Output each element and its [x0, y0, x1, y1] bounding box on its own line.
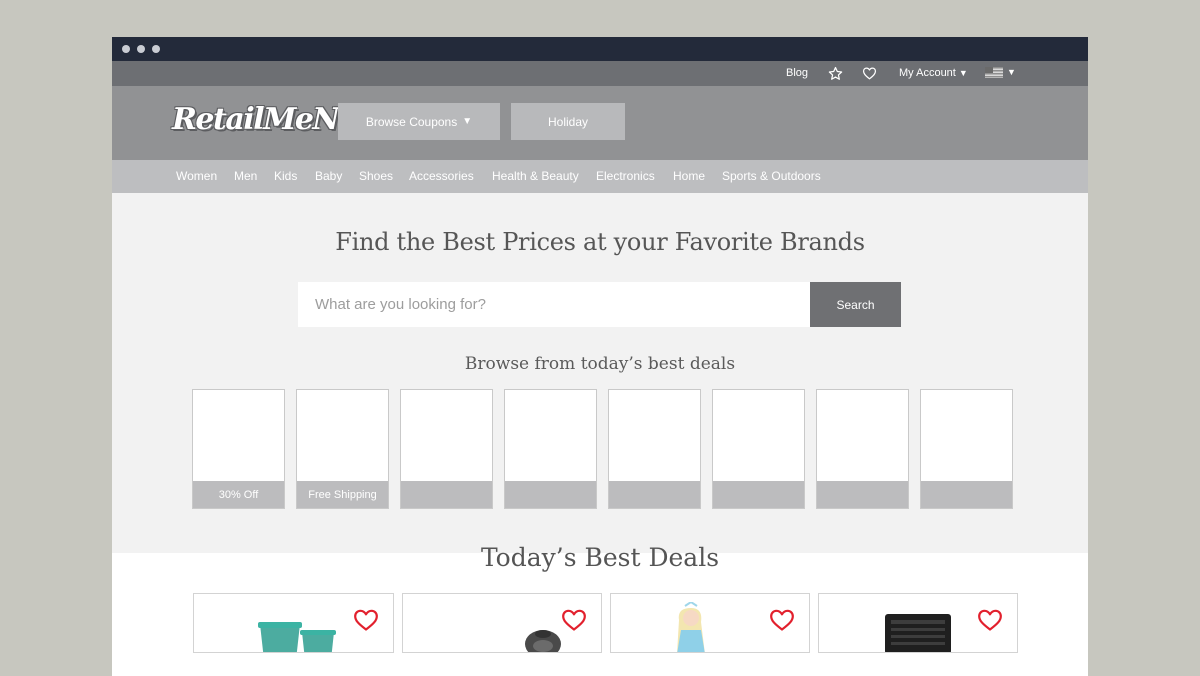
deal-card[interactable] [610, 593, 810, 653]
us-flag-icon[interactable] [985, 67, 1003, 78]
deal-tile-label: 30% Off [193, 481, 284, 508]
category-electronics[interactable]: Electronics [596, 169, 655, 183]
todays-best-deals-title: Today’s Best Deals [480, 543, 720, 572]
deal-tile[interactable]: 30% Off [192, 389, 285, 509]
browse-coupons-label: Browse Coupons [365, 114, 458, 129]
search-button[interactable]: Search [810, 282, 901, 327]
category-kids[interactable]: Kids [274, 169, 297, 183]
category-baby[interactable]: Baby [315, 169, 342, 183]
blog-link[interactable]: Blog [786, 67, 808, 79]
deal-tile-label [505, 481, 596, 508]
chevron-down-icon: ▼ [958, 68, 968, 78]
deal-tile[interactable]: Free Shipping [296, 389, 389, 509]
star-icon[interactable] [828, 66, 843, 81]
heart-icon[interactable] [977, 608, 1003, 632]
category-home[interactable]: Home [673, 169, 705, 183]
browser-window: Blog My Account ▼ ▼ RetailMeNot Browse Co… [112, 37, 1088, 676]
deal-tile[interactable] [712, 389, 805, 509]
browser-titlebar [112, 37, 1088, 61]
locale-chevron-down-icon[interactable]: ▼ [1007, 67, 1016, 77]
doll-image [677, 602, 705, 652]
heart-icon[interactable] [353, 608, 379, 632]
site-header: RetailMeNot Browse Coupons ▼ Holiday [112, 86, 1088, 160]
window-dot-minimize[interactable] [137, 45, 145, 53]
deal-tile[interactable] [504, 389, 597, 509]
category-sports-outdoors[interactable]: Sports & Outdoors [722, 169, 821, 183]
browse-deals-subtitle: Browse from today’s best deals [464, 354, 736, 374]
window-dot-close[interactable] [122, 45, 130, 53]
deal-tile-label [609, 481, 700, 508]
deal-card[interactable] [402, 593, 602, 653]
heart-icon[interactable] [769, 608, 795, 632]
category-accessories[interactable]: Accessories [409, 169, 474, 183]
chevron-down-icon: ▼ [462, 116, 473, 127]
deal-tile[interactable] [920, 389, 1013, 509]
deal-card[interactable] [193, 593, 394, 653]
holiday-button[interactable]: Holiday [511, 103, 625, 140]
deal-tile-label [713, 481, 804, 508]
search-input[interactable] [298, 282, 810, 327]
my-account-label: My Account [899, 67, 956, 79]
deal-tile[interactable] [608, 389, 701, 509]
tumblers-image [258, 622, 336, 652]
deal-tile[interactable] [400, 389, 493, 509]
category-women[interactable]: Women [176, 169, 217, 183]
heart-icon[interactable] [561, 608, 587, 632]
category-shoes[interactable]: Shoes [359, 169, 393, 183]
browse-coupons-button[interactable]: Browse Coupons ▼ [338, 103, 500, 140]
hero-section: Find the Best Prices at your Favorite Br… [112, 193, 1088, 553]
my-account-menu[interactable]: My Account ▼ [899, 67, 968, 79]
favorites-heart-icon[interactable] [862, 66, 877, 81]
deal-tile-label [401, 481, 492, 508]
deal-tile-label [817, 481, 908, 508]
category-health-beauty[interactable]: Health & Beauty [492, 169, 579, 183]
deal-card[interactable] [818, 593, 1018, 653]
deal-tile[interactable] [816, 389, 909, 509]
deal-tile-label: Free Shipping [297, 481, 388, 508]
category-men[interactable]: Men [234, 169, 257, 183]
hero-title: Find the Best Prices at your Favorite Br… [335, 228, 865, 256]
window-dot-maximize[interactable] [152, 45, 160, 53]
utility-bar: Blog My Account ▼ ▼ [112, 61, 1088, 86]
deal-tile-label [921, 481, 1012, 508]
category-nav: Women Men Kids Baby Shoes Accessories He… [112, 160, 1088, 193]
camera-lens-image [885, 614, 951, 652]
